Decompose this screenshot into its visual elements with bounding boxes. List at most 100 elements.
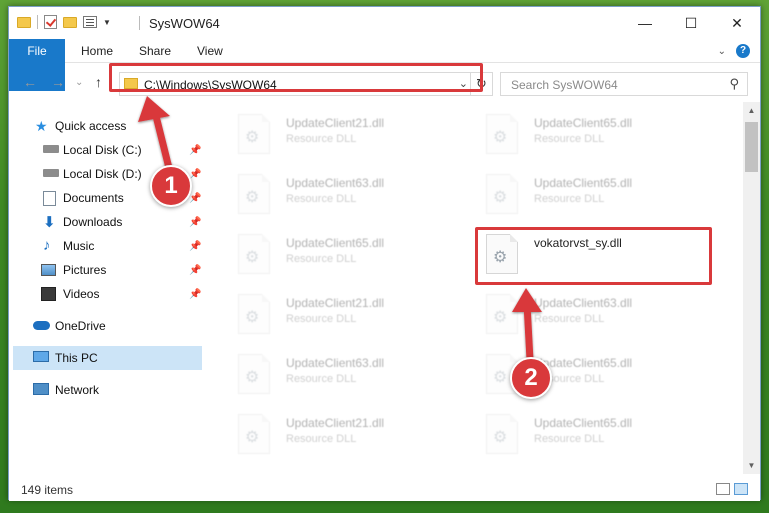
customize-toolbar-icon[interactable] (83, 16, 97, 28)
list-item[interactable]: UpdateClient65.dll Resource DLL (226, 226, 466, 278)
dll-file-icon (238, 234, 270, 274)
window-title: SysWOW64 (149, 16, 220, 31)
pin-icon[interactable]: 📌 (189, 241, 201, 252)
list-item[interactable]: UpdateClient63.dll Resource DLL (474, 286, 714, 338)
dll-file-icon (238, 294, 270, 334)
list-item[interactable]: UpdateClient65.dll Resource DLL (474, 166, 714, 218)
properties-check-icon[interactable] (44, 15, 57, 29)
help-icon[interactable]: ? (736, 44, 750, 58)
music-icon: ♪ (43, 237, 51, 254)
details-view-icon[interactable] (716, 483, 730, 495)
pin-icon[interactable]: 📌 (189, 145, 201, 156)
file-type: Resource DLL (534, 313, 605, 325)
dll-file-icon (486, 174, 518, 214)
file-type: Resource DLL (286, 373, 357, 385)
list-item[interactable]: UpdateClient21.dll Resource DLL (226, 286, 466, 338)
nav-item-label: Music (63, 239, 95, 253)
tab-home[interactable]: Home (81, 39, 113, 63)
nav-item-label: Pictures (63, 263, 107, 277)
nav-item-label: Quick access (55, 119, 127, 133)
dll-file-icon (238, 414, 270, 454)
dll-file-icon (238, 354, 270, 394)
window-controls: — ☐ ✕ (622, 7, 760, 39)
close-button[interactable]: ✕ (714, 7, 760, 39)
title-bar: ▼ SysWOW64 — ☐ ✕ (9, 7, 760, 39)
list-item[interactable]: UpdateClient65.dll Resource DLL (474, 406, 714, 458)
toolbar-dropdown-icon[interactable]: ▼ (103, 18, 111, 27)
nav-item-label: Local Disk (C:) (63, 143, 142, 157)
pin-icon[interactable]: 📌 (189, 169, 201, 180)
nav-item-pictures[interactable]: Pictures 📌 (9, 258, 204, 282)
up-button[interactable]: ↑ (95, 74, 102, 90)
search-icon[interactable]: ⚲ (729, 76, 739, 92)
view-switcher (716, 483, 748, 495)
tiles-view-icon[interactable] (734, 483, 748, 495)
file-name: UpdateClient65.dll (534, 176, 633, 190)
nav-item-this-pc[interactable]: This PC (13, 346, 202, 370)
search-box[interactable]: Search SysWOW64 ⚲ (500, 72, 748, 96)
nav-item-music[interactable]: ♪ Music 📌 (9, 234, 204, 258)
minimize-button[interactable]: — (622, 7, 668, 39)
list-item[interactable]: UpdateClient21.dll Resource DLL (226, 106, 466, 158)
pin-icon[interactable]: 📌 (189, 193, 201, 204)
documents-icon (43, 191, 56, 206)
nav-item-downloads[interactable]: ⬇ Downloads 📌 (9, 210, 204, 234)
pin-icon[interactable]: 📌 (189, 289, 201, 300)
new-folder-icon[interactable] (63, 16, 77, 28)
file-name: UpdateClient65.dll (534, 116, 633, 130)
nav-item-local-disk-c[interactable]: Local Disk (C:) 📌 (9, 138, 204, 162)
dll-file-icon (486, 294, 518, 334)
nav-item-quick-access[interactable]: ★ Quick access (9, 114, 204, 138)
folder-icon (17, 16, 31, 28)
list-item[interactable]: UpdateClient63.dll Resource DLL (226, 346, 466, 398)
recent-dropdown-icon[interactable]: ⌄ (75, 77, 83, 88)
scroll-thumb[interactable] (745, 122, 758, 172)
tab-share[interactable]: Share (139, 39, 171, 63)
pin-icon[interactable]: 📌 (189, 217, 201, 228)
tab-view[interactable]: View (197, 39, 223, 63)
scroll-up-arrow-icon[interactable]: ▲ (743, 102, 760, 119)
file-highlight (475, 227, 712, 285)
maximize-button[interactable]: ☐ (668, 7, 714, 39)
quick-access-toolbar: ▼ (17, 15, 111, 29)
dll-file-icon (486, 414, 518, 454)
back-button[interactable]: ← (23, 74, 37, 90)
file-type: Resource DLL (286, 133, 357, 145)
nav-item-label: Videos (63, 287, 100, 301)
list-item[interactable]: UpdateClient21.dll Resource DLL (226, 406, 466, 458)
file-type: Resource DLL (534, 193, 605, 205)
downloads-icon: ⬇ (43, 214, 56, 231)
address-bar-highlight (109, 63, 483, 92)
nav-item-label: Network (55, 383, 100, 397)
nav-item-videos[interactable]: Videos 📌 (9, 282, 204, 306)
file-name: UpdateClient21.dll (286, 296, 385, 310)
ribbon-tabs: File Home Share View ⌄ ? (9, 39, 760, 91)
callout-badge-2: 2 (510, 357, 552, 399)
onedrive-icon (33, 321, 50, 330)
drive-icon (43, 145, 59, 153)
file-list: UpdateClient21.dll Resource DLL UpdateCl… (214, 102, 741, 474)
list-item[interactable]: UpdateClient65.dll Resource DLL (474, 106, 714, 158)
scroll-down-arrow-icon[interactable]: ▼ (743, 457, 760, 474)
search-placeholder: Search SysWOW64 (511, 78, 618, 92)
pin-icon[interactable]: 📌 (189, 265, 201, 276)
callout-badge-1: 1 (150, 165, 192, 207)
list-item[interactable]: UpdateClient63.dll Resource DLL (226, 166, 466, 218)
forward-button[interactable]: → (51, 74, 65, 90)
file-type: Resource DLL (286, 313, 357, 325)
item-count: 149 items (21, 483, 74, 497)
drive-icon (43, 169, 59, 177)
dll-file-icon (238, 174, 270, 214)
nav-item-onedrive[interactable]: OneDrive (9, 314, 204, 338)
star-icon: ★ (35, 118, 48, 134)
vertical-scrollbar[interactable]: ▲ ▼ (743, 102, 760, 474)
file-type: Resource DLL (534, 433, 605, 445)
expand-ribbon-icon[interactable]: ⌄ (718, 46, 726, 57)
file-name: UpdateClient65.dll (534, 416, 633, 430)
pictures-icon (41, 264, 56, 276)
nav-item-label: Local Disk (D:) (63, 167, 142, 181)
nav-item-network[interactable]: Network (9, 378, 204, 402)
status-bar: 149 items (9, 477, 760, 501)
nav-item-label: Downloads (63, 215, 123, 229)
pc-icon (33, 351, 49, 362)
